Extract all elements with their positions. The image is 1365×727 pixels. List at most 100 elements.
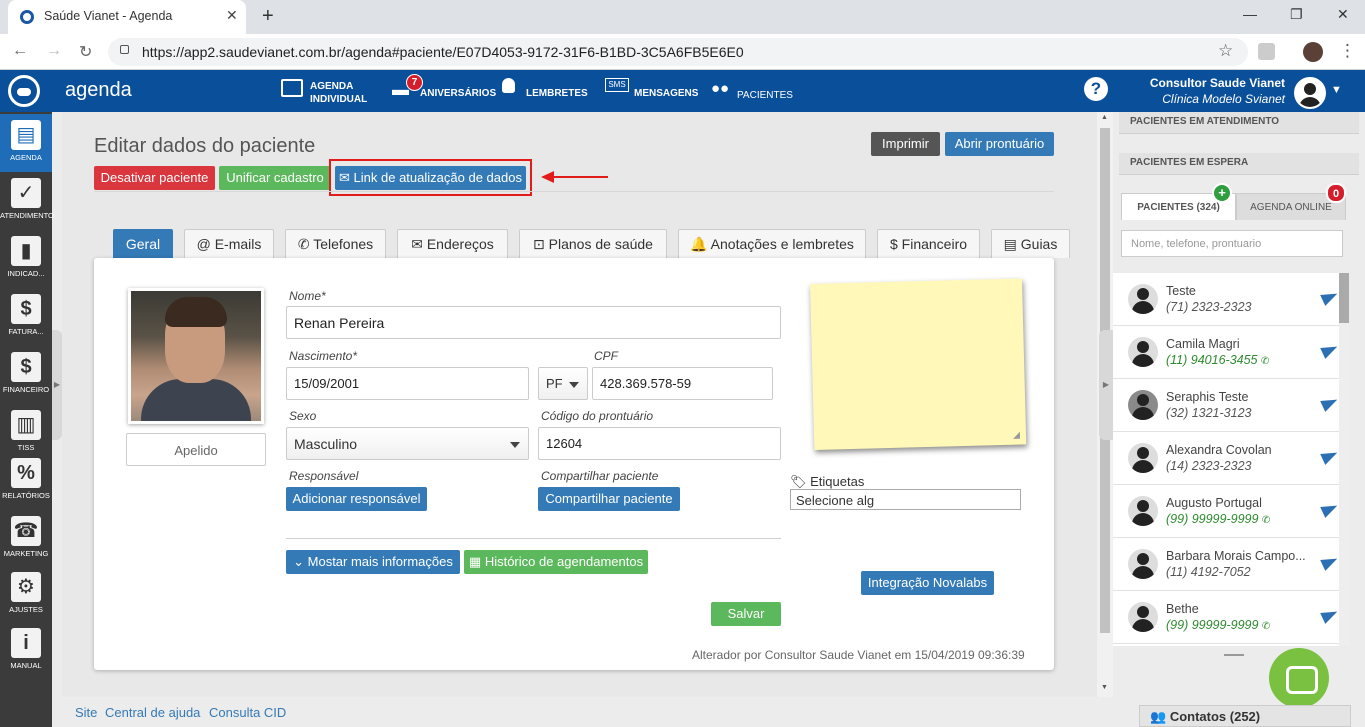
birthdate-input[interactable]: 15/09/2001 xyxy=(286,367,529,400)
app-logo-icon[interactable] xyxy=(8,75,40,107)
patient-phone-text: (99) 99999-9999 xyxy=(1166,618,1259,632)
restore-button[interactable]: ❐ xyxy=(1290,6,1303,23)
send-icon[interactable] xyxy=(1320,394,1340,412)
sticky-note[interactable]: ◢ xyxy=(810,278,1027,450)
send-icon[interactable] xyxy=(1320,447,1340,465)
tab-telefones[interactable]: ✆ Telefones xyxy=(285,229,386,258)
name-input[interactable]: Renan Pereira xyxy=(286,306,781,339)
sidebar-item-agenda[interactable]: ▤ AGENDA xyxy=(0,114,52,172)
patient-search-input[interactable]: Nome, telefone, prontuario xyxy=(1121,230,1343,257)
record-code-input[interactable]: 12604 xyxy=(538,427,781,460)
extension-icon[interactable] xyxy=(1258,43,1275,60)
add-patient-icon[interactable]: + xyxy=(1212,183,1232,203)
print-button[interactable]: Imprimir xyxy=(871,132,940,156)
new-tab-button[interactable]: + xyxy=(262,5,274,28)
cpf-input[interactable]: 428.369.578-59 xyxy=(592,367,773,400)
sidebar-item-relatorios[interactable]: % RELATÓRIOS xyxy=(0,452,52,510)
sidebar-label: MANUAL xyxy=(10,661,42,670)
update-link-label: Link de atualização de dados xyxy=(353,170,522,185)
sidebar-item-ajustes[interactable]: ⚙ AJUSTES xyxy=(0,566,52,624)
back-icon[interactable]: ← xyxy=(12,42,28,60)
profile-avatar[interactable] xyxy=(1303,42,1323,62)
footer-link-site[interactable]: Site xyxy=(75,705,97,720)
scroll-down-icon[interactable]: ▼ xyxy=(1101,684,1108,691)
minimize-button[interactable]: — xyxy=(1243,6,1257,22)
browser-menu-icon[interactable]: ⋮ xyxy=(1339,41,1356,61)
patient-name: Alexandra Covolan xyxy=(1166,443,1272,457)
patient-item[interactable]: Camila Magri (11) 94016-3455 ✆ xyxy=(1113,326,1349,379)
sidebar-item-manual[interactable]: i MANUAL xyxy=(0,622,52,680)
contacts-bar[interactable]: 👥 Contatos (252) xyxy=(1139,705,1351,727)
deactivate-patient-button[interactable]: Desativar paciente xyxy=(94,166,215,190)
send-icon[interactable] xyxy=(1320,500,1340,518)
novalabs-integration-button[interactable]: Integração Novalabs xyxy=(861,571,994,595)
sidebar-item-marketing[interactable]: ☎ MARKETING xyxy=(0,510,52,568)
patient-photo[interactable] xyxy=(128,288,264,424)
chevron-down-icon: ⌄ xyxy=(293,554,308,569)
browser-tab[interactable]: Saúde Vianet - Agenda ✕ xyxy=(8,0,246,34)
tab-anotacoes[interactable]: 🔔 Anotações e lembretes xyxy=(678,229,866,258)
dollar-icon: $ xyxy=(11,352,41,382)
resize-handle-icon[interactable]: ◢ xyxy=(1013,430,1020,441)
manual-icon: i xyxy=(11,628,41,658)
list-resize-handle[interactable] xyxy=(1224,654,1244,656)
url-bar[interactable]: https://app2.saudevianet.com.br/agenda#p… xyxy=(108,38,1248,66)
add-guardian-button[interactable]: Adicionar responsável xyxy=(286,487,427,511)
gears-icon: ⚙ xyxy=(11,572,41,602)
patient-item[interactable]: Alexandra Covolan (14) 2323-2323 xyxy=(1113,432,1349,485)
more-info-button[interactable]: ⌄ Mostar mais informações xyxy=(286,550,460,574)
in-service-header[interactable]: PACIENTES EM ATENDIMENTO xyxy=(1119,112,1359,134)
send-icon[interactable] xyxy=(1320,288,1340,306)
patient-item[interactable]: Seraphis Teste (32) 1321-3123 xyxy=(1113,379,1349,432)
patient-item[interactable]: Teste (71) 2323-2323 xyxy=(1113,273,1349,326)
merge-record-button[interactable]: Unificar cadastro xyxy=(219,166,331,190)
sex-select[interactable]: Masculino xyxy=(286,427,529,460)
sidebar-item-financeiro[interactable]: $ FINANCEIRO xyxy=(0,346,52,404)
sidebar-item-indicadores[interactable]: ▮ INDICAD... xyxy=(0,230,52,288)
patient-item[interactable]: Barbara Morais Campo... (11) 4192-7052 xyxy=(1113,538,1349,591)
patient-avatar xyxy=(1128,284,1158,314)
update-link-button[interactable]: ✉ Link de atualização de dados xyxy=(335,166,526,190)
scrollbar-thumb[interactable] xyxy=(1339,273,1349,323)
sidebar-item-faturamento[interactable]: $ FATURA... xyxy=(0,288,52,346)
tab-geral[interactable]: Geral xyxy=(113,229,173,258)
send-icon[interactable] xyxy=(1320,553,1340,571)
patient-list-scrollbar[interactable] xyxy=(1339,273,1349,646)
send-icon[interactable] xyxy=(1320,606,1340,624)
chevron-down-icon[interactable]: ▼ xyxy=(1331,84,1342,96)
user-avatar[interactable] xyxy=(1294,77,1326,109)
sidebar-label: RELATÓRIOS xyxy=(2,491,50,500)
chat-widget-icon[interactable] xyxy=(1269,648,1329,708)
tab-guias[interactable]: ▤ Guias xyxy=(991,229,1070,258)
menu-label: ANIVERSÁRIOS xyxy=(420,88,497,99)
scroll-up-icon[interactable]: ▲ xyxy=(1101,114,1108,121)
tags-input[interactable]: Selecione alg xyxy=(790,489,1021,510)
tab-enderecos[interactable]: ✉ Endereços xyxy=(397,229,508,258)
tab-close-icon[interactable]: ✕ xyxy=(226,7,238,24)
window-close-button[interactable]: ✕ xyxy=(1337,6,1349,23)
sidebar-item-atendimento[interactable]: ✓ ATENDIMENTO xyxy=(0,172,54,230)
medkit-icon: ⊡ xyxy=(533,236,545,252)
waiting-header[interactable]: PACIENTES EM ESPERA xyxy=(1119,153,1359,175)
footer-link-help[interactable]: Central de ajuda xyxy=(105,705,200,720)
forward-icon[interactable]: → xyxy=(46,42,62,60)
tab-financeiro[interactable]: $ Financeiro xyxy=(877,229,980,258)
share-patient-button[interactable]: Compartilhar paciente xyxy=(538,487,680,511)
bookmark-star-icon[interactable]: ☆ xyxy=(1218,41,1233,61)
tab-emails[interactable]: @ E-mails xyxy=(184,229,274,258)
sidebar-label: ATENDIMENTO xyxy=(0,211,54,220)
open-record-button[interactable]: Abrir prontuário xyxy=(945,132,1054,156)
nickname-input[interactable]: Apelido xyxy=(126,433,266,466)
send-icon[interactable] xyxy=(1320,341,1340,359)
history-button[interactable]: ▦ Histórico de agendamentos xyxy=(464,550,648,574)
tab-planos-saude[interactable]: ⊡ Planos de saúde xyxy=(519,229,667,258)
sidebar-toggle[interactable]: ▶ xyxy=(52,330,62,440)
footer-link-cid[interactable]: Consulta CID xyxy=(209,705,286,720)
cpf-type-select[interactable]: PF xyxy=(538,367,588,400)
patient-item[interactable]: Bethe (99) 99999-9999 ✆ xyxy=(1113,591,1349,644)
help-icon[interactable]: ? xyxy=(1084,77,1108,101)
reload-icon[interactable]: ↻ xyxy=(79,42,92,62)
right-panel-toggle[interactable]: ▶ xyxy=(1099,330,1113,440)
patient-item[interactable]: Augusto Portugal (99) 99999-9999 ✆ xyxy=(1113,485,1349,538)
save-button[interactable]: Salvar xyxy=(711,602,781,626)
